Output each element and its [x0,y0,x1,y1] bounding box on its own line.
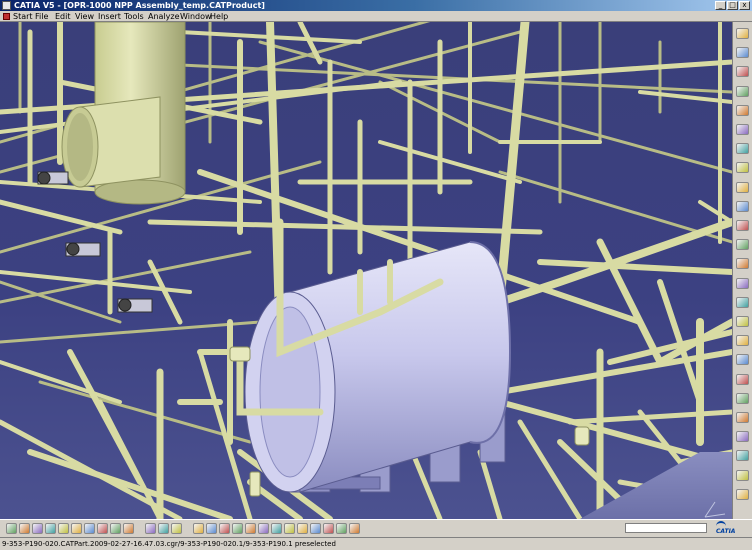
restore-button[interactable]: □ [727,1,738,10]
measure-icon[interactable] [736,488,749,500]
paste-icon[interactable] [84,523,95,534]
existing-component-icon[interactable] [736,104,749,116]
status-message: 9-353-P190-020.CATPart.2009-02-27-16.47.… [2,540,336,548]
bottom-toolbar [0,519,752,537]
shading-icon[interactable] [323,523,334,534]
close-button[interactable]: x [739,1,750,10]
copy-icon[interactable] [71,523,82,534]
explode-icon[interactable] [736,258,749,270]
annotation-icon[interactable] [736,392,749,404]
menu-edit[interactable]: Edit [55,11,71,22]
sketcher-icon[interactable] [736,47,749,59]
command-input[interactable] [625,523,707,533]
catalog-icon[interactable] [736,431,749,443]
title-bar: CATIA V5 - [OPR-1000 NPP Assembly_temp.C… [0,0,752,11]
fo-icon[interactable] [145,523,156,534]
snap-icon[interactable] [736,239,749,251]
stop-manipulate-icon[interactable] [736,277,749,289]
menu-bar: Start File Edit View Insert Tools Analyz… [0,11,752,22]
hide-show-icon[interactable] [336,523,347,534]
manipulation-icon[interactable] [736,220,749,231]
minimize-button[interactable]: _ [715,1,726,10]
fly-mode-icon[interactable] [206,523,217,534]
window-title: CATIA V5 - [OPR-1000 NPP Assembly_temp.C… [14,1,265,10]
catalog-browser-icon[interactable] [171,523,182,534]
new-icon[interactable] [6,523,17,534]
menu-insert[interactable]: Insert [98,11,121,22]
lamp-icon[interactable] [736,450,749,462]
redo-icon[interactable] [110,523,121,534]
menu-tools[interactable]: Tools [124,11,144,22]
multi-view-icon[interactable] [310,523,321,534]
fit-all-icon[interactable] [219,523,230,534]
pan-icon[interactable] [232,523,243,534]
scene-icon[interactable] [736,412,749,423]
zoom-in-icon[interactable] [258,523,269,534]
menu-start[interactable]: Start [13,11,33,22]
normal-view-icon[interactable] [284,523,295,534]
horizontal-vessel [244,241,512,493]
clash-icon[interactable] [736,335,749,347]
compass-icon[interactable] [193,523,204,534]
select-arrow-icon[interactable] [736,28,749,39]
3d-viewport[interactable] [0,22,732,519]
print-icon[interactable] [45,523,56,534]
generate-numbering-icon[interactable] [736,181,749,193]
open-icon[interactable] [19,523,30,534]
quick-view-icon[interactable] [297,523,308,534]
menu-help[interactable]: Help [210,11,228,22]
constraint-icon[interactable] [736,296,749,308]
whats-this-icon[interactable] [123,523,134,534]
undo-icon[interactable] [97,523,108,534]
swap-space-icon[interactable] [349,523,360,534]
menu-file[interactable]: File [35,11,48,22]
menu-view[interactable]: View [75,11,94,22]
product-icon[interactable] [736,66,749,78]
rotate-icon[interactable] [245,523,256,534]
sectioning-icon[interactable] [736,354,749,366]
catia-logo-text: CATIA [716,528,736,535]
insert-component-icon[interactable] [736,85,749,97]
new-part-icon[interactable] [736,124,749,135]
catia-logo: CATIA [712,521,748,536]
start-menu-icon [3,13,10,20]
zoom-out-icon[interactable] [271,523,282,534]
graph-tree-icon[interactable] [736,162,749,174]
vertical-column [61,22,186,205]
chat-icon[interactable] [158,523,169,534]
right-toolbar [732,22,752,519]
status-bar: 9-353-P190-020.CATPart.2009-02-27-16.47.… [0,537,752,549]
cut-icon[interactable] [58,523,69,534]
fast-multi-instantiation-icon[interactable] [736,200,749,212]
distance-icon[interactable] [736,373,749,385]
catia-app-icon[interactable] [2,1,11,10]
fix-component-icon[interactable] [736,316,749,327]
save-icon[interactable] [32,523,43,534]
menu-analyze[interactable]: Analyze [148,11,180,22]
menu-window[interactable]: Window [180,11,212,22]
plant-model-render [0,22,732,519]
replace-component-icon[interactable] [736,143,749,155]
material-icon[interactable] [736,469,749,481]
